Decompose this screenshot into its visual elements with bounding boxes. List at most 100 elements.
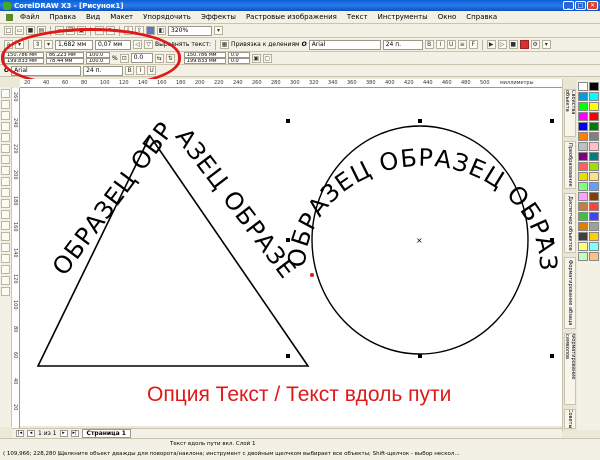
palette-swatch[interactable] (578, 252, 588, 261)
palette-swatch[interactable] (578, 212, 588, 221)
fill-tool-icon[interactable] (1, 276, 10, 285)
menu-edit[interactable]: Правка (44, 13, 81, 21)
underline-icon[interactable]: U (446, 40, 456, 49)
palette-swatch[interactable] (578, 202, 588, 211)
distance-from-path-field[interactable]: 1,682 мм (55, 39, 93, 50)
crop-tool-icon[interactable] (1, 111, 10, 120)
align-icon[interactable]: ≡ (457, 40, 467, 49)
palette-swatch[interactable] (578, 132, 588, 141)
smart-fill-tool-icon[interactable] (1, 144, 10, 153)
italic-icon[interactable]: I (435, 40, 445, 49)
vertical-ruler[interactable]: 260 240 220 200 180 160 140 120 100 80 60 40 20 (12, 88, 20, 428)
underline-icon-2[interactable]: U (147, 66, 157, 75)
menu-view[interactable]: Вид (81, 13, 105, 21)
copy-icon[interactable]: ❐ (66, 26, 75, 35)
minimize-button[interactable]: _ (563, 1, 574, 10)
vertical-placement-icon[interactable]: ⇕ (33, 40, 42, 49)
bold-icon-2[interactable]: B (125, 66, 135, 75)
bold-icon[interactable]: B (424, 40, 434, 49)
text-orientation-icon[interactable]: a (4, 40, 13, 49)
maximize-button[interactable]: □ (575, 1, 586, 10)
menu-text[interactable]: Текст (342, 13, 373, 21)
palette-swatch[interactable] (578, 82, 588, 91)
rotation-angle-field[interactable]: 0.0 (130, 53, 153, 63)
zoom-dropdown-icon[interactable]: ▾ (214, 26, 223, 35)
outline-tool-icon[interactable] (1, 265, 10, 274)
orientation-dropdown-icon[interactable]: ▾ (15, 40, 24, 49)
menu-file[interactable]: Файл (15, 13, 44, 21)
palette-swatch[interactable] (589, 202, 599, 211)
cut-icon[interactable]: ✂ (55, 26, 64, 35)
prev-page-button[interactable]: ◂ (27, 430, 35, 437)
text-tool-icon[interactable] (1, 199, 10, 208)
zoom-level-field[interactable]: 320% (168, 25, 212, 36)
palette-swatch[interactable] (578, 122, 588, 131)
menu-tools[interactable]: Инструменты (373, 13, 433, 21)
pick-tool-icon[interactable] (1, 89, 10, 98)
interactive-fill-tool-icon[interactable] (1, 287, 10, 296)
palette-swatch[interactable] (578, 182, 588, 191)
zoom-tool-icon[interactable] (1, 122, 10, 131)
palette-swatch[interactable] (589, 132, 599, 141)
palette-swatch[interactable] (578, 162, 588, 171)
menu-layout[interactable]: Макет (105, 13, 138, 21)
last-page-button[interactable]: ▸| (70, 430, 79, 437)
snap-icon[interactable]: ▦ (219, 40, 229, 49)
path-start-node[interactable] (310, 273, 314, 277)
horizontal-offset-field[interactable]: 0,07 мм (95, 39, 131, 50)
undo-icon[interactable]: ↶ (95, 26, 104, 35)
docker-tab-object-properties[interactable]: Свойства объекта (564, 89, 576, 137)
palette-swatch[interactable] (589, 102, 599, 111)
print-icon[interactable]: ▤ (37, 26, 46, 35)
palette-swatch[interactable] (589, 122, 599, 131)
font-size-field-2[interactable]: 24 п. (83, 65, 124, 76)
menu-arrange[interactable]: Упорядочить (138, 13, 196, 21)
mirror-h-icon[interactable]: ⇆ (154, 53, 164, 63)
palette-swatch[interactable] (589, 232, 599, 241)
palette-swatch[interactable] (578, 232, 588, 241)
save-icon[interactable]: ■ (26, 26, 35, 35)
docker-tab-transform[interactable]: Преобразование (564, 141, 576, 189)
palette-swatch[interactable] (589, 182, 599, 191)
docker-tab-character-format[interactable]: Форматирование символов (564, 333, 576, 405)
circle-path-text[interactable]: ОБРАЗЕЦ ОБРАЗЕЦ ОБРАЗЕЦ (20, 88, 562, 272)
palette-swatch[interactable] (578, 152, 588, 161)
palette-swatch[interactable] (578, 192, 588, 201)
skew-v-field[interactable]: 0.0 (227, 58, 250, 64)
dimension-tool-icon[interactable] (1, 221, 10, 230)
paste-icon[interactable]: ▣ (77, 26, 86, 35)
palette-swatch[interactable] (578, 222, 588, 231)
palette-swatch[interactable] (589, 92, 599, 101)
connector-tool-icon[interactable] (1, 232, 10, 241)
font-name-field-2[interactable]: Arial (11, 65, 82, 76)
redo-icon[interactable]: ↷ (106, 26, 115, 35)
palette-swatch[interactable] (589, 82, 599, 91)
drawing-canvas[interactable]: ОБРАЗЕЦ ОБРАЗЕЦ ОБРАЗЕЦ ОБРАЗЕЦ ОБРАЗЕЦ … (20, 88, 562, 426)
shape-tool-icon[interactable] (1, 100, 10, 109)
page-tab-1[interactable]: Страница 1 (81, 429, 131, 438)
snap-to-ticks-label[interactable]: Привязка к делениям (231, 41, 300, 48)
freehand-tool-icon[interactable] (1, 133, 10, 142)
app-launcher-icon[interactable] (146, 26, 155, 35)
palette-swatch[interactable] (578, 92, 588, 101)
palette-swatch[interactable] (589, 112, 599, 121)
interactive-blend-tool-icon[interactable] (1, 243, 10, 252)
next-page-button[interactable]: ▸ (59, 430, 68, 437)
font-name-field[interactable]: Arial (308, 39, 381, 50)
palette-swatch[interactable] (589, 192, 599, 201)
palette-swatch[interactable] (589, 162, 599, 171)
import-icon[interactable]: ⇩ (124, 26, 133, 35)
menu-window[interactable]: Окно (433, 13, 462, 21)
height-field[interactable]: 78.44 мм (46, 58, 84, 64)
palette-swatch[interactable] (589, 142, 599, 151)
menu-help[interactable]: Справка (461, 13, 502, 21)
open-icon[interactable]: ▭ (15, 26, 24, 35)
menu-effects[interactable]: Эффекты (196, 13, 241, 21)
y2-position-field[interactable]: 199.833 мм (183, 58, 226, 64)
palette-swatch[interactable] (589, 172, 599, 181)
new-icon[interactable]: □ (4, 26, 13, 35)
stop-icon[interactable]: ■ (508, 40, 518, 49)
palette-swatch[interactable] (578, 112, 588, 121)
triangle-path-text[interactable]: ОБРАЗЕЦ ОБРАЗЕЦ ОБРАЗЕЦ (20, 88, 302, 284)
options-icon[interactable]: ▾ (541, 40, 551, 49)
